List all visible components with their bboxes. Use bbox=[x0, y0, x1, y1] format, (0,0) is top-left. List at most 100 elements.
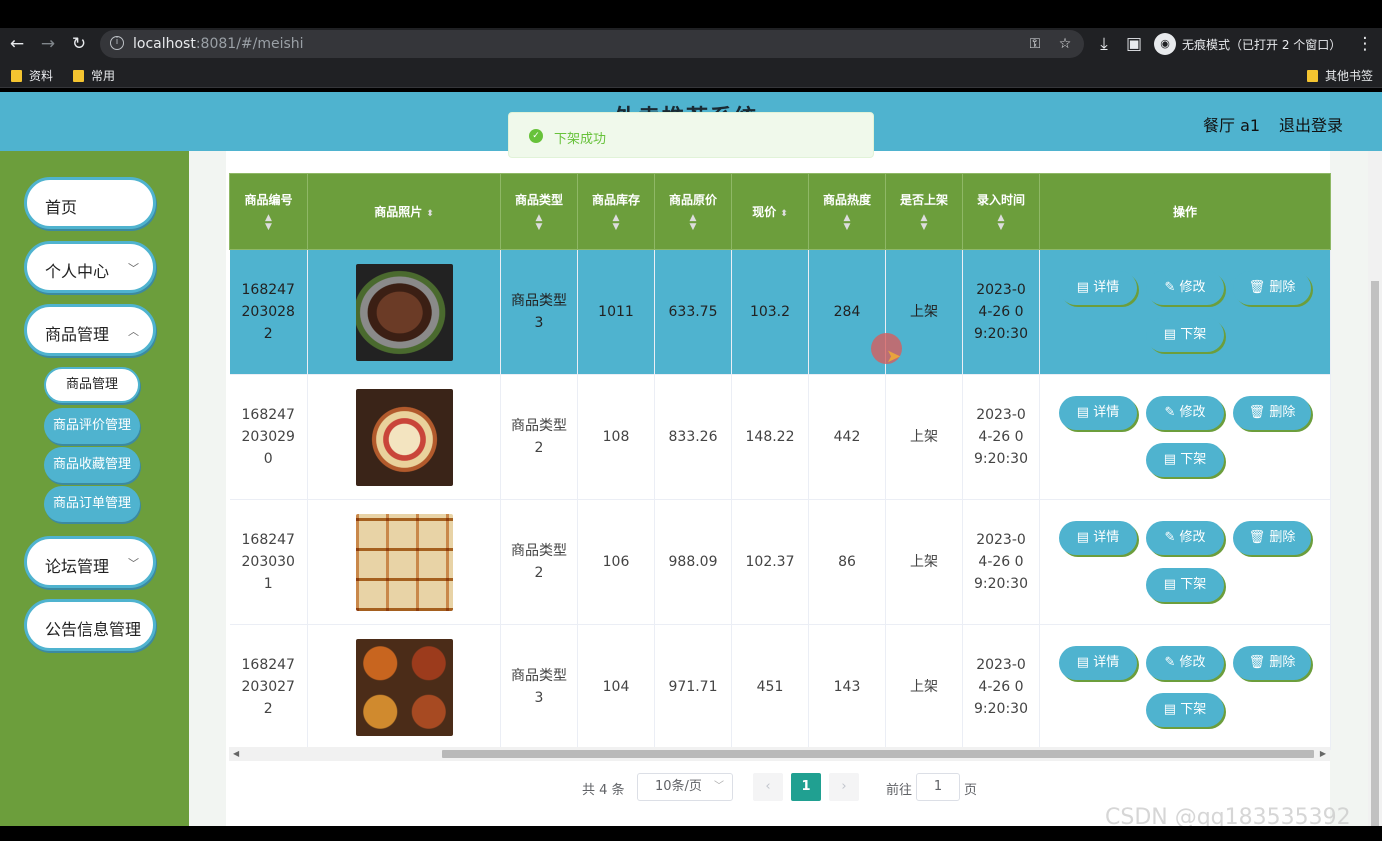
delete-button[interactable]: 🗑 删除 bbox=[1233, 646, 1311, 680]
incognito-indicator[interactable]: ◉ 无痕模式（已打开 2 个窗口） bbox=[1154, 32, 1341, 56]
sort-icon[interactable]: ⬍ bbox=[426, 209, 434, 219]
cell-original-price: 971.71 bbox=[654, 624, 732, 750]
detail-button[interactable]: ▤ 详情 bbox=[1059, 271, 1137, 305]
menu-announcements[interactable]: 公告信息管理 bbox=[24, 599, 156, 651]
toast-message: 下架成功 bbox=[554, 132, 607, 147]
col-price[interactable]: 现价 ⬍ bbox=[731, 173, 809, 250]
col-heat[interactable]: 商品热度 ▲ ▼ bbox=[808, 173, 886, 250]
delete-button[interactable]: 🗑 删除 bbox=[1233, 396, 1311, 430]
table-row[interactable]: 1682472030282 商品类型3 1011 633.75 103.2 28… bbox=[229, 249, 1331, 375]
table-row[interactable]: 1682472030290 商品类型2 108 833.26 148.22 44… bbox=[229, 374, 1331, 500]
submenu-goods-favorites[interactable]: 商品收藏管理 bbox=[44, 447, 140, 483]
edit-button[interactable]: ✎ 修改 bbox=[1146, 396, 1224, 430]
goto-page-input[interactable]: 1 bbox=[916, 773, 960, 801]
cell-created-time: 2023-04-26 09:20:30 bbox=[962, 374, 1040, 500]
menu-forum[interactable]: 论坛管理 ﹀ bbox=[24, 536, 156, 588]
detail-button[interactable]: ▤ 详情 bbox=[1059, 521, 1137, 555]
delete-button[interactable]: 🗑 删除 bbox=[1233, 521, 1311, 555]
sort-icon[interactable]: ▲ ▼ bbox=[963, 214, 1039, 232]
cell-id: 1682472030301 bbox=[229, 499, 308, 625]
chevron-down-icon: ﹀ bbox=[128, 557, 139, 570]
food-photo-snacks[interactable] bbox=[355, 638, 453, 736]
detail-button[interactable]: ▤ 详情 bbox=[1059, 396, 1137, 430]
other-bookmarks[interactable]: 其他书签 bbox=[1307, 67, 1373, 84]
sort-icon[interactable]: ▲ ▼ bbox=[655, 214, 731, 232]
cell-stock: 108 bbox=[577, 374, 655, 500]
sort-icon[interactable]: ▲ ▼ bbox=[230, 214, 307, 232]
prev-page-button[interactable]: ‹ bbox=[753, 773, 783, 801]
pagination: 共 4 条 10条/页 ﹀ ‹ 1 › 前往 1 页 bbox=[189, 773, 1382, 801]
col-photo[interactable]: 商品照片 ⬍ bbox=[307, 173, 501, 250]
bookmark-star-icon[interactable]: ☆ bbox=[1056, 35, 1074, 53]
url-text: localhost:8081/#/meishi bbox=[133, 36, 304, 52]
sort-icon[interactable]: ▲ ▼ bbox=[501, 214, 577, 232]
offshelf-button[interactable]: ▤ 下架 bbox=[1146, 443, 1224, 477]
chevron-down-icon: ﹀ bbox=[714, 781, 724, 792]
food-photo-pizza[interactable] bbox=[355, 388, 453, 486]
col-on-shelf[interactable]: 是否上架 ▲ ▼ bbox=[885, 173, 963, 250]
current-page[interactable]: 1 bbox=[791, 773, 821, 801]
cell-price: 148.22 bbox=[731, 374, 809, 500]
main-content: 商品编号 ▲ ▼ 商品照片 ⬍ 商品类型 ▲ ▼ 商品库存 ▲ ▼ 商品原价 ▲ ▼ 现价 ⬍ 商品… bbox=[189, 151, 1382, 826]
os-top-bar bbox=[0, 0, 1382, 28]
folder-icon bbox=[11, 69, 22, 82]
edit-button[interactable]: ✎ 修改 bbox=[1146, 271, 1224, 305]
bookmark-folder-1[interactable]: 资料 bbox=[11, 67, 53, 84]
scroll-left-icon[interactable]: ◀ bbox=[233, 747, 239, 761]
table-row[interactable]: 1682472030301 商品类型2 106 988.09 102.37 86… bbox=[229, 499, 1331, 625]
scroll-thumb[interactable] bbox=[442, 750, 1314, 758]
offshelf-button[interactable]: ▤ 下架 bbox=[1146, 693, 1224, 727]
col-id[interactable]: 商品编号 ▲ ▼ bbox=[229, 173, 308, 250]
cell-original-price: 988.09 bbox=[654, 499, 732, 625]
food-photo-steak[interactable] bbox=[355, 263, 453, 361]
cell-photo bbox=[307, 499, 501, 625]
sort-icon[interactable]: ▲ ▼ bbox=[809, 214, 885, 232]
download-icon[interactable]: ⤓ bbox=[1093, 33, 1115, 55]
forward-icon[interactable]: → bbox=[37, 33, 59, 55]
reload-icon[interactable]: ↻ bbox=[68, 33, 90, 55]
sort-icon[interactable]: ▲ ▼ bbox=[886, 214, 962, 232]
goto-label: 前往 bbox=[886, 783, 913, 798]
table-horizontal-scrollbar[interactable]: ◀ ▶ bbox=[229, 747, 1330, 761]
key-icon[interactable]: ⚿ bbox=[1026, 35, 1044, 53]
back-icon[interactable]: ← bbox=[6, 33, 28, 55]
delete-button[interactable]: 🗑 删除 bbox=[1233, 271, 1311, 305]
sort-icon[interactable]: ▲ ▼ bbox=[578, 214, 654, 232]
scroll-right-icon[interactable]: ▶ bbox=[1320, 747, 1326, 761]
col-original-price[interactable]: 商品原价 ▲ ▼ bbox=[654, 173, 732, 250]
edit-button[interactable]: ✎ 修改 bbox=[1146, 646, 1224, 680]
menu-kebab-icon[interactable]: ⋮ bbox=[1354, 33, 1376, 55]
offshelf-button[interactable]: ▤ 下架 bbox=[1146, 568, 1224, 602]
col-created-time[interactable]: 录入时间 ▲ ▼ bbox=[962, 173, 1040, 250]
submenu-goods-orders[interactable]: 商品订单管理 bbox=[44, 486, 140, 522]
scroll-thumb[interactable] bbox=[1371, 281, 1379, 826]
food-photo-bento[interactable] bbox=[355, 513, 453, 611]
sort-icon[interactable]: ⬍ bbox=[780, 209, 788, 219]
next-page-button[interactable]: › bbox=[829, 773, 859, 801]
menu-home[interactable]: 首页 bbox=[24, 177, 156, 229]
submenu-goods[interactable]: 商品管理 bbox=[44, 367, 140, 403]
bookmark-folder-2[interactable]: 常用 bbox=[73, 67, 115, 84]
page-vertical-scrollbar[interactable] bbox=[1368, 151, 1382, 826]
sidepanel-icon[interactable]: ▣ bbox=[1123, 33, 1145, 55]
menu-goods-management[interactable]: 商品管理 ︿ bbox=[24, 304, 156, 356]
offshelf-button[interactable]: ▤ 下架 bbox=[1146, 318, 1224, 352]
cell-stock: 1011 bbox=[577, 249, 655, 375]
col-stock[interactable]: 商品库存 ▲ ▼ bbox=[577, 173, 655, 250]
cell-original-price: 833.26 bbox=[654, 374, 732, 500]
cell-id: 1682472030282 bbox=[229, 249, 308, 375]
submenu-goods-reviews[interactable]: 商品评价管理 bbox=[44, 408, 140, 444]
incognito-label: 无痕模式（已打开 2 个窗口） bbox=[1182, 37, 1342, 52]
edit-button[interactable]: ✎ 修改 bbox=[1146, 521, 1224, 555]
logout-link[interactable]: 退出登录 bbox=[1279, 112, 1343, 136]
site-info-icon[interactable]: i bbox=[110, 36, 124, 50]
detail-button[interactable]: ▤ 详情 bbox=[1059, 646, 1137, 680]
incognito-icon: ◉ bbox=[1154, 33, 1176, 55]
bookmarks-bar: 资料 常用 其他书签 bbox=[0, 60, 1382, 88]
page-size-select[interactable]: 10条/页 ﹀ bbox=[637, 773, 733, 801]
address-bar[interactable]: i localhost:8081/#/meishi ⚿ ☆ bbox=[100, 30, 1084, 58]
col-type[interactable]: 商品类型 ▲ ▼ bbox=[500, 173, 578, 250]
cell-actions: ▤ 详情 ✎ 修改 🗑 删除 ▤ 下架 bbox=[1039, 499, 1331, 625]
table-row[interactable]: 1682472030272 商品类型3 104 971.71 451 143 上… bbox=[229, 624, 1331, 750]
menu-personal-center[interactable]: 个人中心 ﹀ bbox=[24, 241, 156, 293]
